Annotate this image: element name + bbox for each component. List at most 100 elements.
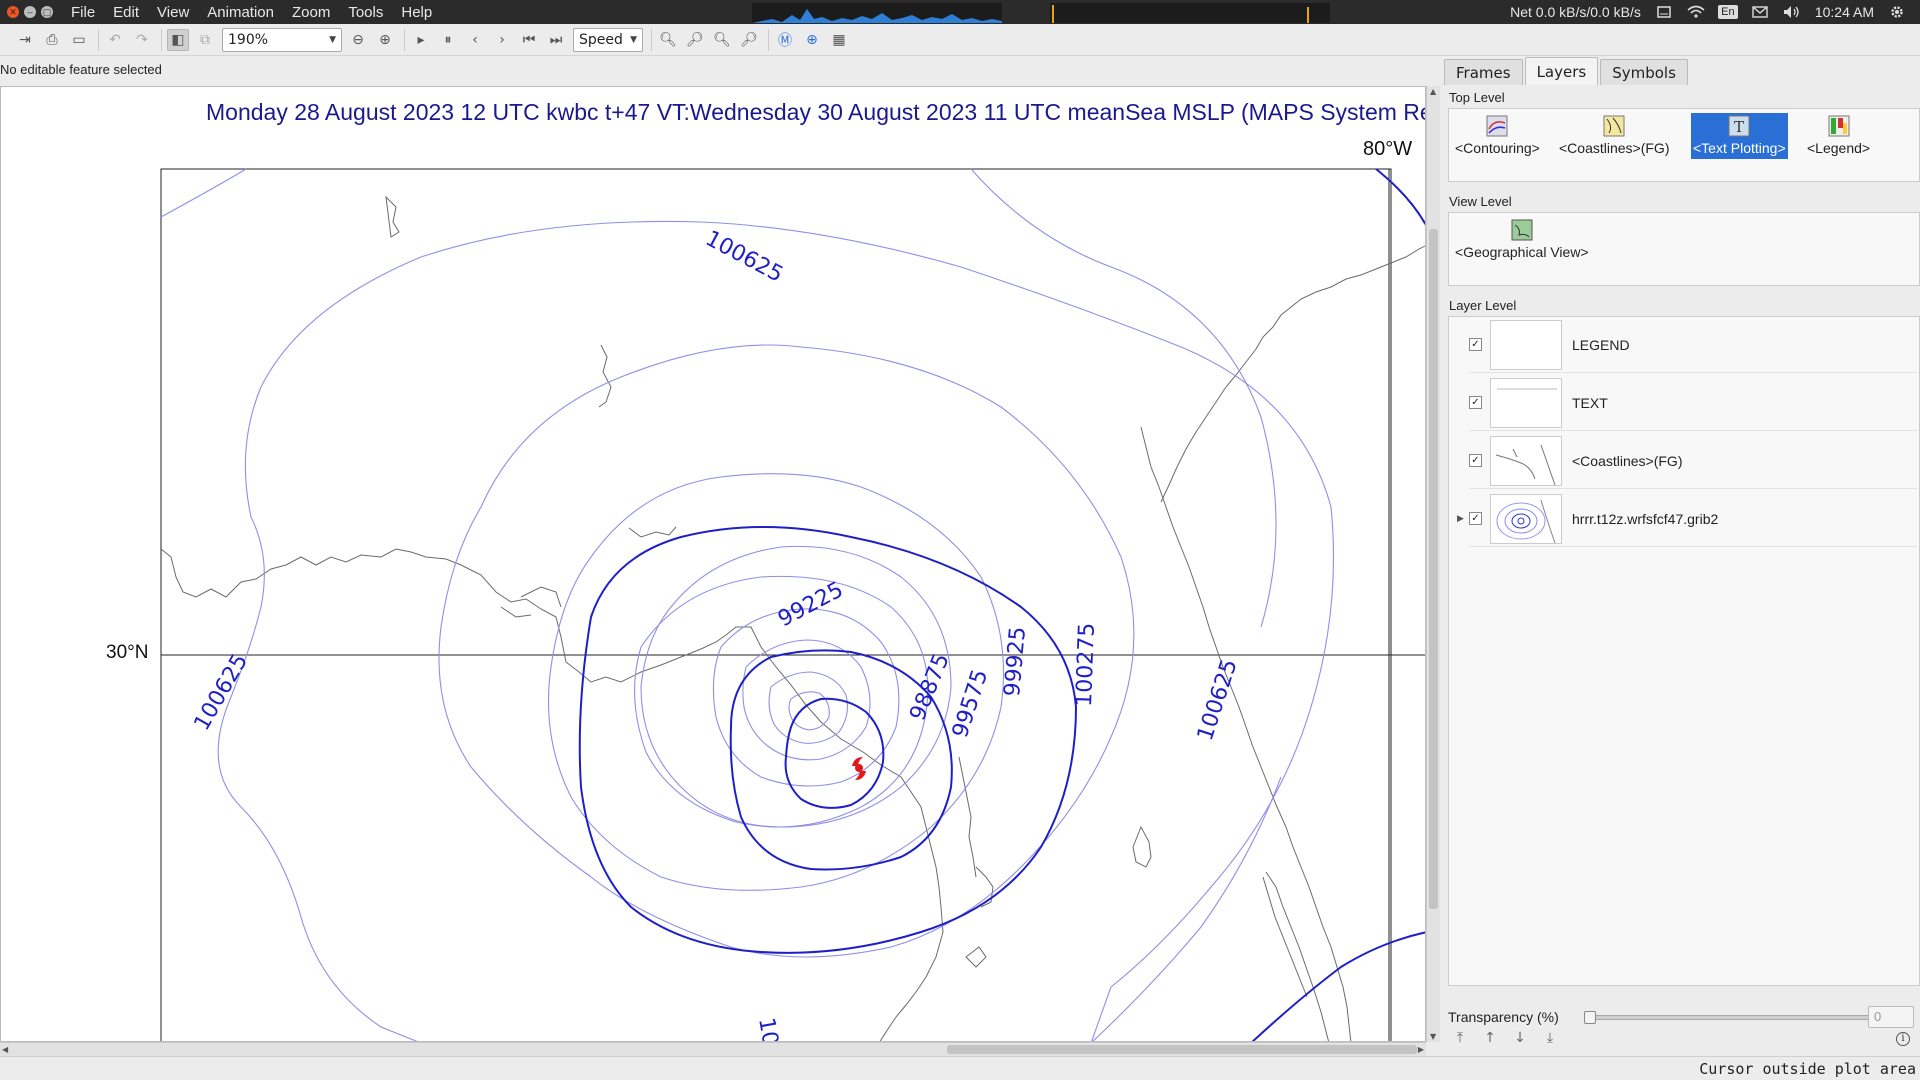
transparency-slider[interactable]	[1584, 1011, 1875, 1024]
layer-list: ✓ LEGEND ✓ TEXT ✓ <Coastlines>(FG) ▶ ✓ h…	[1448, 316, 1920, 986]
panel-icon[interactable]: ▦	[828, 29, 850, 51]
menu-zoom[interactable]: Zoom	[292, 4, 330, 21]
drive-icon[interactable]	[1655, 3, 1673, 21]
layer-level-label: Layer Level	[1449, 298, 1517, 313]
zoom-out-icon[interactable]: ⊖	[347, 29, 369, 51]
first-frame-icon[interactable]: ⏮	[518, 29, 540, 51]
status-bar: Cursor outside plot area	[0, 1056, 1920, 1080]
contour-label: 98875	[905, 650, 954, 724]
zoom-minus-icon[interactable]: 🔎︎	[684, 29, 706, 51]
top-level-contouring[interactable]: <Contouring>	[1455, 115, 1540, 159]
move-down-icon[interactable]: ↓	[1512, 1030, 1528, 1046]
export-icon[interactable]: ⇥	[14, 29, 36, 51]
layer-checkbox[interactable]: ✓	[1469, 396, 1482, 409]
layer-row-grib[interactable]: ▶ ✓ hrrr.t12z.wrfsfcf47.grib2	[1457, 491, 1917, 547]
contour-label: 100625	[701, 226, 787, 288]
top-level-text-plotting[interactable]: T <Text Plotting>	[1691, 113, 1788, 159]
info-icon[interactable]: i	[1896, 1032, 1910, 1046]
mslp-contours-minor	[160, 168, 1335, 1041]
magnify-icon[interactable]: 🔍︎	[657, 29, 679, 51]
layer-checkbox[interactable]: ✓	[1469, 338, 1482, 351]
view-level-geographical[interactable]: <Geographical View>	[1455, 219, 1589, 263]
save-image-icon[interactable]: ▭	[68, 29, 90, 51]
slider-handle[interactable]	[1584, 1011, 1596, 1024]
scroll-down-icon[interactable]: ▼	[1430, 1032, 1436, 1041]
tab-frames[interactable]: Frames	[1444, 59, 1523, 85]
layer-row-coastlines[interactable]: ✓ <Coastlines>(FG)	[1469, 433, 1917, 489]
toolbar-separator	[98, 28, 99, 51]
horizontal-scroll-thumb[interactable]	[947, 1045, 1417, 1054]
move-bottom-icon[interactable]: ⤓	[1542, 1030, 1558, 1046]
window-close-icon[interactable]: ✕	[7, 6, 19, 18]
transparency-spinbox[interactable]: 0	[1868, 1006, 1914, 1028]
window-maximize-icon[interactable]: ▢	[41, 6, 53, 18]
contour-label: 100275	[1072, 622, 1100, 707]
layout-icon[interactable]: ⧉	[194, 29, 216, 51]
zoom-plus-icon[interactable]: 🔍︎	[711, 29, 733, 51]
clock[interactable]: 10:24 AM	[1815, 4, 1874, 20]
plot-area[interactable]: 100625 100625 100625 99225 98875 99575 9…	[0, 86, 1426, 1042]
horizontal-scrollbar[interactable]: ◀ ▶	[0, 1042, 1426, 1056]
tab-symbols[interactable]: Symbols	[1600, 59, 1688, 85]
vertical-scroll-thumb[interactable]	[1429, 229, 1438, 909]
layer-row-legend[interactable]: ✓ LEGEND	[1469, 317, 1917, 373]
system-tray: Net 0.0 kB/s/0.0 kB/s En 10:24 AM	[1510, 0, 1920, 24]
layer-thumbnail	[1490, 493, 1562, 544]
play-icon[interactable]: ▸	[410, 29, 432, 51]
vertical-scrollbar[interactable]: ▲ ▼	[1426, 86, 1440, 1042]
last-frame-icon[interactable]: ⏭	[545, 29, 567, 51]
move-top-icon[interactable]: ⤒	[1452, 1030, 1468, 1046]
scroll-up-icon[interactable]: ▲	[1430, 87, 1436, 96]
print-icon[interactable]: ⎙	[41, 29, 63, 51]
layer-checkbox[interactable]: ✓	[1469, 512, 1482, 525]
crosshair-icon[interactable]: ⊕	[801, 29, 823, 51]
wifi-icon[interactable]	[1687, 3, 1705, 21]
menu-edit[interactable]: Edit	[113, 4, 139, 21]
top-menu-bar: ✕ – ▢ File Edit View Animation Zoom Tool…	[0, 0, 1920, 24]
pause-icon[interactable]: ⏸	[437, 29, 459, 51]
undo-icon[interactable]: ↶	[104, 29, 126, 51]
zoom-region-icon[interactable]: 🔎︎	[738, 29, 760, 51]
menu-help[interactable]: Help	[401, 4, 432, 21]
move-up-icon[interactable]: ↑	[1482, 1030, 1498, 1046]
step-forward-icon[interactable]: ›	[491, 29, 513, 51]
zoom-combo[interactable]: 190% ▼	[222, 27, 342, 52]
map-canvas[interactable]: 100625 100625 100625 99225 98875 99575 9…	[1, 87, 1426, 1042]
svg-text:T: T	[1734, 118, 1744, 136]
longitude-label: 80°W	[1363, 138, 1413, 160]
gear-icon[interactable]	[1888, 3, 1906, 21]
scroll-right-icon[interactable]: ▶	[1418, 1045, 1424, 1054]
mail-icon[interactable]	[1751, 3, 1769, 21]
contour-label: 10	[753, 1016, 782, 1042]
layer-name: hrrr.t12z.wrfsfcf47.grib2	[1572, 510, 1719, 527]
tab-layers[interactable]: Layers	[1524, 57, 1599, 85]
network-speed: Net 0.0 kB/s/0.0 kB/s	[1510, 4, 1641, 20]
layer-thumbnail	[1490, 377, 1562, 428]
top-level-coastlines[interactable]: <Coastlines>(FG)	[1559, 115, 1669, 159]
step-back-icon[interactable]: ‹	[464, 29, 486, 51]
top-level-item-label: <Contouring>	[1455, 140, 1540, 156]
layer-row-text[interactable]: ✓ TEXT	[1469, 375, 1917, 431]
redo-icon[interactable]: ↷	[131, 29, 153, 51]
speed-combo[interactable]: Speed ▼	[573, 27, 643, 52]
keyboard-language-icon[interactable]: En	[1718, 3, 1738, 21]
sidebar-toggle-icon[interactable]: ◧	[167, 28, 189, 51]
transparency-label: Transparency (%)	[1448, 1009, 1559, 1025]
top-level-legend[interactable]: <Legend>	[1807, 115, 1870, 159]
menu-view[interactable]: View	[157, 4, 189, 21]
expand-arrow-icon[interactable]: ▶	[1457, 514, 1464, 524]
window-minimize-icon[interactable]: –	[24, 6, 36, 18]
toolbar-separator	[651, 28, 652, 51]
zoom-in-icon[interactable]: ⊕	[374, 29, 396, 51]
layer-order-controls: ⤒ ↑ ↓ ⤓	[1452, 1030, 1572, 1046]
top-level-label: Top Level	[1449, 90, 1505, 105]
scroll-left-icon[interactable]: ◀	[2, 1045, 8, 1054]
menu-animation[interactable]: Animation	[207, 4, 274, 21]
menu-file[interactable]: File	[71, 4, 95, 21]
menu-tools[interactable]: Tools	[348, 4, 383, 21]
layer-name: LEGEND	[1572, 336, 1630, 353]
layer-checkbox[interactable]: ✓	[1469, 454, 1482, 467]
magics-icon[interactable]: Ⓜ	[774, 29, 796, 51]
volume-icon[interactable]	[1783, 3, 1801, 21]
view-level-item-label: <Geographical View>	[1455, 244, 1589, 260]
